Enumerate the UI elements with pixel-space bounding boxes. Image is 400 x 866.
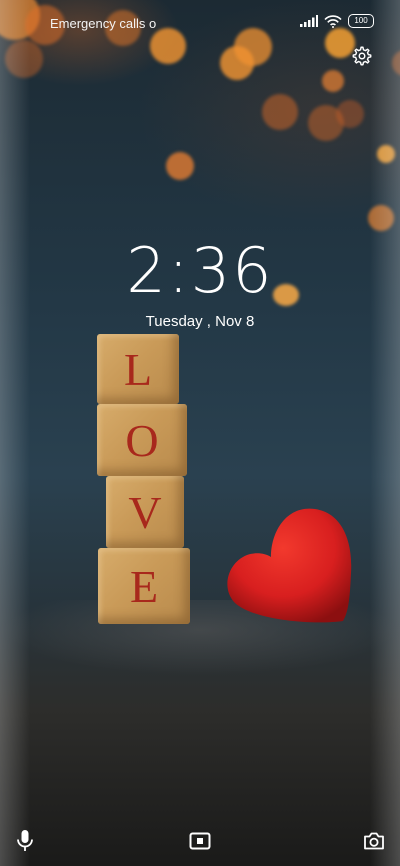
wifi-icon (324, 14, 342, 28)
signal-icon (300, 15, 318, 27)
bottom-shortcuts (0, 806, 400, 866)
status-bar: Emergency calls o 100 (0, 0, 400, 44)
edge-glow-right (370, 0, 400, 866)
status-icons: 100 (300, 14, 374, 28)
bokeh-light (262, 94, 298, 130)
wallpaper: L O V E (0, 0, 400, 866)
letter-block-o: O (97, 404, 187, 476)
emergency-calls-text: Emergency calls o (50, 16, 157, 31)
camera-icon (364, 832, 384, 850)
camera-button[interactable] (361, 828, 387, 854)
battery-indicator: 100 (348, 14, 374, 28)
clock-date: Tuesday , Nov 8 (145, 313, 255, 330)
bokeh-light (336, 100, 364, 128)
voice-assistant-button[interactable] (12, 828, 38, 854)
heart-icon (227, 508, 352, 623)
edge-glow-left (0, 0, 30, 866)
screen-icon (189, 832, 211, 850)
clock-time: 2:36 (126, 234, 274, 307)
letter-block-e: E (98, 548, 190, 624)
letter-block-l: L (97, 334, 179, 404)
letter-block-v: V (106, 476, 184, 548)
bokeh-light (166, 152, 194, 180)
center-shortcut-button[interactable] (187, 828, 213, 854)
bokeh-light (322, 70, 344, 92)
settings-button[interactable] (351, 45, 373, 67)
microphone-icon (17, 830, 33, 851)
gear-icon (352, 46, 372, 66)
